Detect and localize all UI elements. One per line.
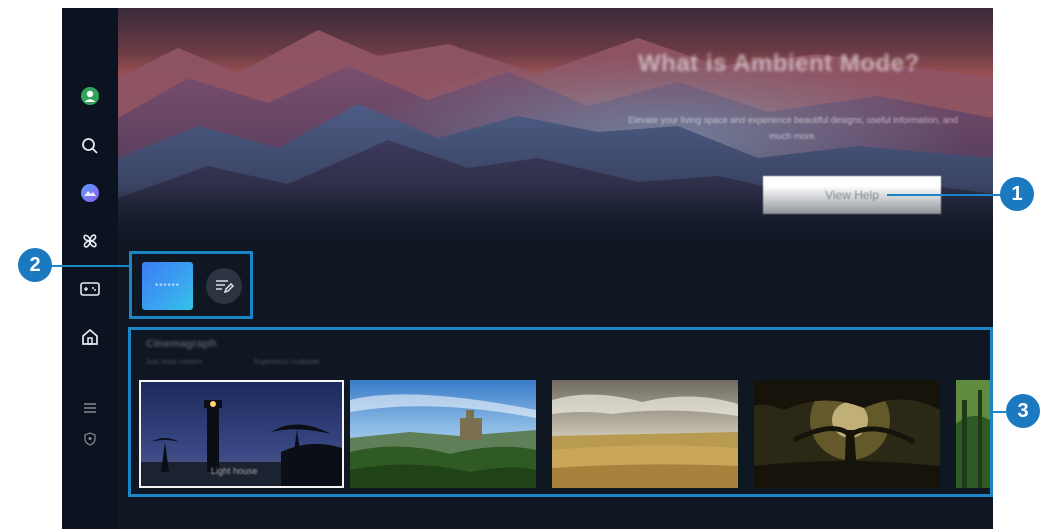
edit-list-button[interactable] <box>206 268 242 304</box>
tree-image <box>754 380 940 488</box>
ambient-tile[interactable]: ****** <box>142 262 193 310</box>
callout-1-line <box>887 194 1003 196</box>
sidebar <box>62 8 118 529</box>
callout-2-line <box>50 265 130 267</box>
menu-icon[interactable] <box>76 394 104 422</box>
thumbnail-tree[interactable] <box>754 380 940 488</box>
game-icon[interactable] <box>76 275 104 303</box>
section-subtitle-1: Just show content <box>146 359 203 366</box>
section-title: Cinemagraph <box>146 338 217 350</box>
thumbnail-forest[interactable] <box>956 380 990 488</box>
castle-landscape-image <box>350 380 536 488</box>
ambient-icon[interactable] <box>76 179 104 207</box>
profile-icon[interactable] <box>76 82 104 110</box>
search-icon[interactable] <box>76 132 104 160</box>
hero-fade <box>118 186 993 246</box>
hero-banner: What is Ambient Mode? Elevate your livin… <box>118 8 993 246</box>
forest-image <box>956 380 990 488</box>
hero-description: Elevate your living space and experience… <box>628 115 958 141</box>
home-icon[interactable] <box>76 323 104 351</box>
thumbnail-castle[interactable] <box>350 380 536 488</box>
callout-3: 3 <box>1006 394 1040 428</box>
section-subtitle-2: Experience multitude <box>254 359 320 366</box>
hero-title: What is Ambient Mode? <box>638 50 920 77</box>
callout-1: 1 <box>1000 177 1034 211</box>
edit-list-icon <box>216 280 234 294</box>
thumbnail-field[interactable] <box>552 380 738 488</box>
thumbnail-caption: Light house <box>211 466 258 476</box>
thumbnail-lighthouse[interactable]: Light house <box>139 380 344 488</box>
callout-3-line <box>990 411 1006 413</box>
wheat-field-image <box>552 380 738 488</box>
apps-icon[interactable] <box>76 227 104 255</box>
privacy-icon[interactable] <box>76 425 104 453</box>
callout-2: 2 <box>18 248 52 282</box>
